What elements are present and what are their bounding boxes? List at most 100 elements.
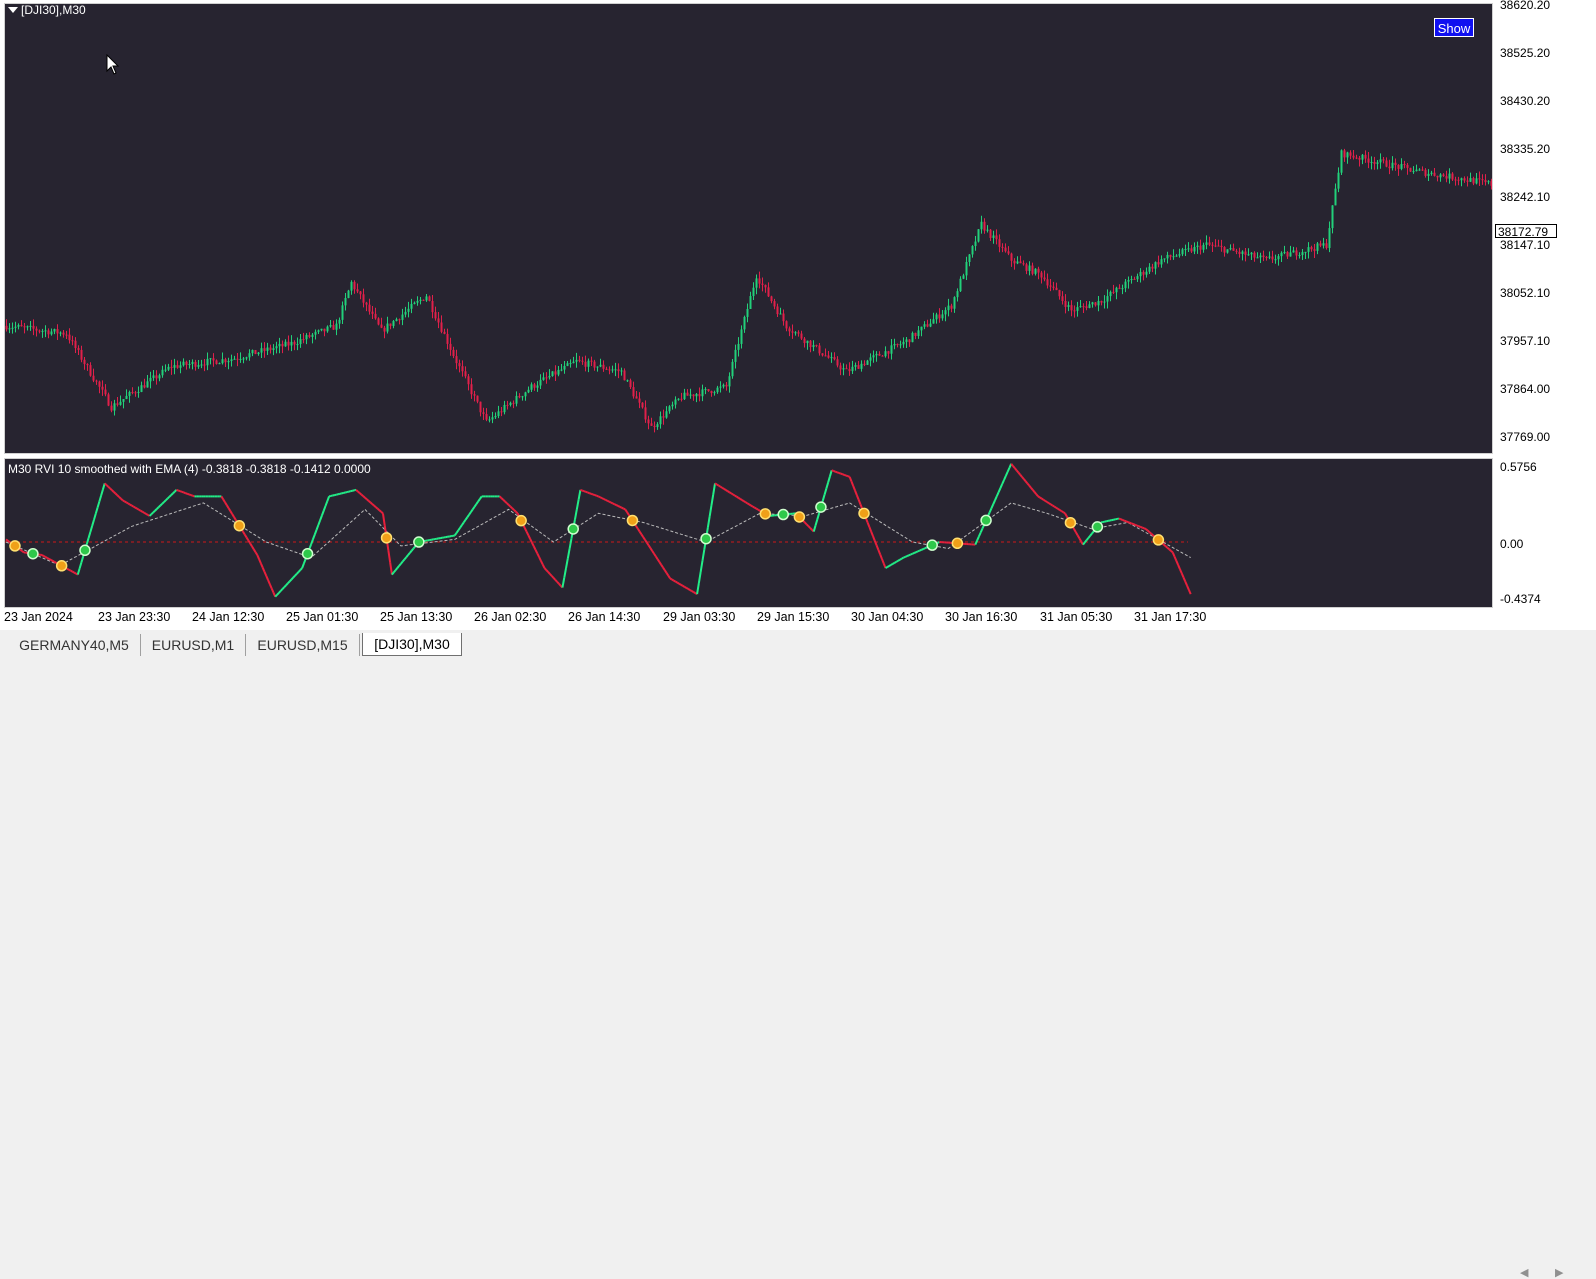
rvi-segment xyxy=(615,504,617,505)
candle xyxy=(6,319,8,331)
candlestick-chart[interactable] xyxy=(5,4,1492,453)
candle xyxy=(705,387,707,394)
rvi-segment xyxy=(701,561,703,572)
candle xyxy=(954,296,956,313)
candle xyxy=(1074,306,1076,318)
rvi-segment xyxy=(677,583,679,584)
candle xyxy=(1209,237,1211,246)
price-chart-pane[interactable] xyxy=(4,3,1493,454)
rvi-segment xyxy=(925,547,927,548)
bearish-cross-marker xyxy=(57,561,67,571)
rvi-segment xyxy=(749,504,751,505)
rvi-segment xyxy=(318,520,320,525)
candle xyxy=(12,322,14,333)
rvi-segment xyxy=(733,494,735,495)
rvi-segment xyxy=(370,502,372,504)
rvi-segment xyxy=(45,557,47,558)
candle xyxy=(1206,235,1208,249)
candle xyxy=(267,343,269,355)
show-button[interactable]: Show xyxy=(1434,18,1474,37)
rvi-segment xyxy=(923,548,925,549)
chart-tabs-bar: GERMANY40,M5 EURUSD,M1 EURUSD,M15 [DJI30… xyxy=(0,630,1596,663)
indicator-pane[interactable] xyxy=(4,458,1493,608)
rvi-segment xyxy=(281,589,283,591)
rvi-segment xyxy=(193,496,195,497)
candle xyxy=(873,351,875,363)
rvi-segment xyxy=(279,591,281,593)
tab-dji30-m30[interactable]: [DJI30],M30 xyxy=(362,633,462,656)
rvi-segment xyxy=(245,535,247,538)
rvi-segment xyxy=(877,545,879,550)
candle xyxy=(1287,251,1289,259)
rvi-segment xyxy=(625,509,627,512)
candle xyxy=(108,393,110,407)
rvi-segment xyxy=(882,559,884,564)
rvi-segment xyxy=(1051,504,1053,505)
candle xyxy=(1242,250,1244,260)
symbol-title[interactable]: [DJI30],M30 xyxy=(8,3,86,17)
candle xyxy=(468,374,470,390)
candle xyxy=(297,338,299,351)
time-label: 25 Jan 01:30 xyxy=(286,610,358,624)
candle xyxy=(768,282,770,297)
candle xyxy=(1170,255,1172,261)
rvi-segment xyxy=(1137,525,1139,526)
tab-eurusd-m1[interactable]: EURUSD,M1 xyxy=(141,634,246,656)
candle xyxy=(978,229,980,243)
rvi-segment xyxy=(690,590,692,591)
rvi-segment xyxy=(659,562,661,565)
rvi-segment xyxy=(896,561,898,562)
indicator-scale-label: 0.5756 xyxy=(1500,460,1537,474)
rvi-segment xyxy=(1020,475,1022,477)
candle xyxy=(1215,239,1217,247)
rvi-segment xyxy=(153,511,155,513)
candle xyxy=(510,402,512,407)
rvi-segment xyxy=(168,497,170,499)
candle xyxy=(429,296,431,302)
scroll-left-arrow-icon[interactable]: ◀ xyxy=(1520,1266,1528,1279)
candle xyxy=(1350,150,1352,159)
rvi-segment xyxy=(715,483,717,484)
candle xyxy=(357,284,359,294)
rvi-segment xyxy=(667,573,669,576)
candle xyxy=(432,295,434,318)
candle xyxy=(627,379,629,382)
candle xyxy=(219,363,221,365)
candle xyxy=(816,345,818,348)
rvi-segment xyxy=(658,559,660,562)
candle xyxy=(1005,243,1007,252)
candle xyxy=(810,340,812,352)
rvi-segment xyxy=(841,474,843,475)
rvi-segment xyxy=(173,492,175,494)
candle xyxy=(690,389,692,399)
tab-germany40-m5[interactable]: GERMANY40,M5 xyxy=(8,634,141,656)
candle xyxy=(1032,263,1034,276)
tab-eurusd-m15[interactable]: EURUSD,M15 xyxy=(246,634,360,656)
rvi-segment xyxy=(291,578,293,580)
candle xyxy=(741,325,743,348)
chart-window[interactable]: [DJI30],M30 Show M30 RVI 10 smoothed wit… xyxy=(0,0,1596,649)
rvi-segment xyxy=(600,497,602,498)
candle xyxy=(582,357,584,365)
candle xyxy=(654,421,656,432)
bearish-cross-marker xyxy=(1065,518,1075,528)
rvi-segment xyxy=(828,476,830,482)
rvi-segment xyxy=(142,512,144,513)
candle xyxy=(1296,247,1298,259)
dropdown-triangle-icon[interactable] xyxy=(8,7,18,13)
rvi-segment xyxy=(719,486,721,487)
rvi-segment xyxy=(277,593,279,595)
candle xyxy=(621,368,623,376)
rvi-segment xyxy=(317,525,319,530)
rvi-segment xyxy=(401,562,403,564)
candle xyxy=(60,331,62,336)
rvi-segment xyxy=(87,538,89,544)
rvi-indicator-chart[interactable] xyxy=(5,459,1492,607)
candle xyxy=(1425,168,1427,178)
rvi-segment xyxy=(878,550,880,555)
rvi-segment xyxy=(1006,472,1008,476)
scroll-right-arrow-icon[interactable]: ▶ xyxy=(1555,1266,1563,1279)
candle xyxy=(1311,246,1313,252)
rvi-segment xyxy=(875,541,877,546)
candle xyxy=(1341,149,1343,175)
